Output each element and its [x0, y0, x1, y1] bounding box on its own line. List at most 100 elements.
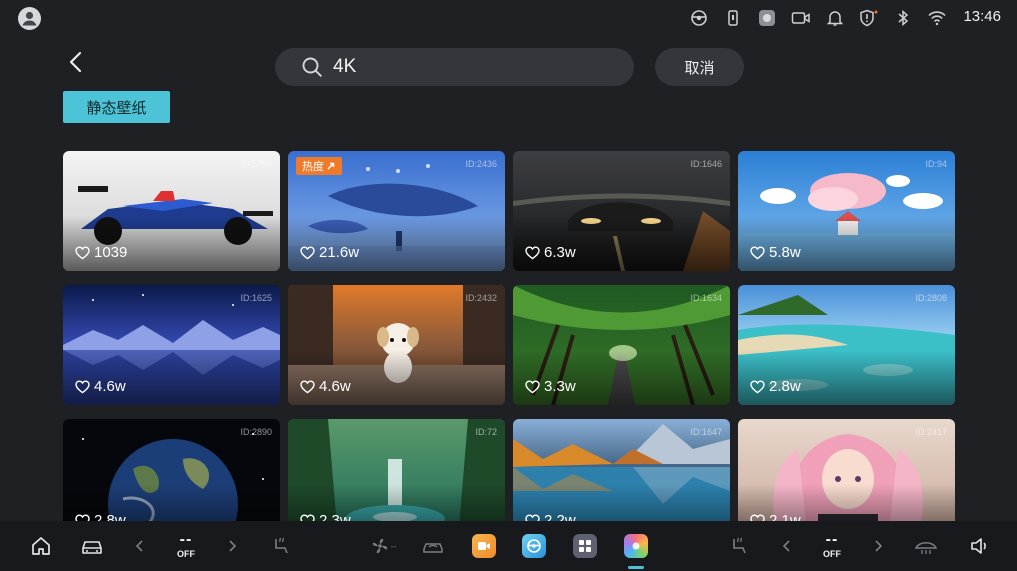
wallpaper-card[interactable]: ID:2808 2.8w [738, 285, 955, 405]
avatar[interactable] [18, 7, 41, 30]
like-count-value: 3.3w [544, 378, 576, 395]
wallpaper-card[interactable]: ID:1646 6.3w [513, 151, 730, 271]
home-button[interactable] [28, 521, 54, 571]
like-count-value: 5.8w [769, 244, 801, 261]
heart-icon [75, 245, 90, 259]
hot-badge: 热度 [296, 157, 342, 175]
like-count[interactable]: 2.8w [750, 378, 801, 395]
wallpaper-id: ID:72 [475, 427, 497, 437]
heart-icon [75, 513, 90, 521]
like-count-value: 1039 [94, 244, 128, 261]
search-box[interactable] [275, 48, 634, 86]
like-count[interactable]: 2.2w [525, 512, 576, 521]
wallpaper-card[interactable]: ID:2436 热度 21.6w [288, 151, 505, 271]
left-temperature[interactable]: -- OFF [166, 521, 206, 571]
wallpaper-card[interactable]: ID:2432 4.6w [288, 285, 505, 405]
right-temperature[interactable]: -- OFF [812, 521, 852, 571]
wallpaper-id: ID:1634 [690, 293, 722, 303]
chevron-right-icon [875, 540, 883, 552]
fan-level: -- [390, 541, 397, 551]
dashcam-app-button[interactable] [472, 521, 496, 571]
dashcam-app-icon [472, 534, 496, 558]
app-icon[interactable] [757, 8, 777, 28]
like-count-value: 4.6w [94, 378, 126, 395]
like-count[interactable]: 2.3w [300, 512, 351, 521]
defrost-icon [914, 542, 938, 554]
back-button[interactable] [62, 48, 90, 76]
right-temp-up-button[interactable] [870, 521, 886, 571]
wallpaper-app-button[interactable] [624, 521, 648, 571]
heart-icon [300, 245, 315, 259]
like-count[interactable]: 1039 [75, 244, 127, 261]
heart-icon [525, 245, 540, 259]
like-count[interactable]: 4.6w [75, 378, 126, 395]
left-temp-down-button[interactable] [132, 521, 148, 571]
wallpaper-id: ID:1647 [690, 427, 722, 437]
wifi-icon[interactable] [927, 8, 947, 28]
wallpaper-id: ID:2436 [465, 159, 497, 169]
heart-icon [300, 513, 315, 521]
right-temp-down-button[interactable] [779, 521, 795, 571]
heart-icon [300, 379, 315, 393]
video-icon[interactable] [791, 8, 811, 28]
filter-tag-static-wallpaper[interactable]: 静态壁纸 [63, 91, 170, 123]
clock: 13:46 [963, 8, 1001, 25]
like-count[interactable]: 4.6w [300, 378, 351, 395]
chevron-left-icon [135, 540, 143, 552]
heart-icon [525, 513, 540, 521]
volume-icon [971, 538, 986, 554]
bluetooth-icon[interactable] [893, 8, 913, 28]
wallpaper-card[interactable]: ID:5786 1039 [63, 151, 280, 271]
wallpaper-id: ID:5786 [240, 159, 272, 169]
wallpaper-id: ID:94 [925, 159, 947, 169]
chevron-left-icon [782, 540, 790, 552]
like-count[interactable]: 2.1w [750, 512, 801, 521]
status-icons [689, 8, 947, 28]
recirculation-button[interactable] [420, 521, 446, 571]
phone-icon[interactable] [723, 8, 743, 28]
seat-heat-right-button[interactable] [726, 521, 752, 571]
seat-heat-left-button[interactable] [268, 521, 294, 571]
search-input[interactable] [333, 56, 613, 78]
cancel-button[interactable]: 取消 [655, 48, 744, 86]
trending-up-icon [327, 162, 335, 170]
shield-icon[interactable] [859, 8, 879, 28]
heart-icon [750, 513, 765, 521]
bell-icon[interactable] [825, 8, 845, 28]
like-count[interactable]: 3.3w [525, 378, 576, 395]
wallpaper-card[interactable]: ID:1647 2.2w [513, 419, 730, 521]
defrost-button[interactable] [913, 521, 939, 571]
search-icon [302, 57, 322, 77]
like-count[interactable]: 6.3w [525, 244, 576, 261]
bottom-dock: -- OFF -- -- OFF [0, 521, 1017, 571]
wallpaper-card[interactable]: ID:2890 2.8w [63, 419, 280, 521]
heart-icon [75, 379, 90, 393]
heart-icon [750, 379, 765, 393]
like-count-value: 2.3w [319, 512, 351, 521]
wallpaper-card[interactable]: ID:2417 2.1w [738, 419, 955, 521]
car-recirculation-icon [423, 543, 443, 553]
like-count-value: 2.8w [769, 378, 801, 395]
home-icon [32, 537, 50, 555]
wallpaper-card[interactable]: ID:1625 4.6w [63, 285, 280, 405]
like-count-value: 4.6w [319, 378, 351, 395]
chevron-right-icon [229, 540, 237, 552]
volume-button[interactable] [966, 521, 992, 571]
wallpaper-card[interactable]: ID:1634 3.3w [513, 285, 730, 405]
status-bar: 13:46 [0, 0, 1017, 36]
steering-app-button[interactable] [522, 521, 546, 571]
car-button[interactable] [79, 521, 105, 571]
steering-app-icon [522, 534, 546, 558]
left-temp-up-button[interactable] [224, 521, 240, 571]
wallpaper-card[interactable]: ID:72 2.3w [288, 419, 505, 521]
like-count[interactable]: 21.6w [300, 244, 359, 261]
wallpaper-card[interactable]: ID:94 5.8w [738, 151, 955, 271]
fan-button[interactable]: -- [368, 521, 398, 571]
like-count[interactable]: 5.8w [750, 244, 801, 261]
app-grid-button[interactable] [573, 521, 597, 571]
avatar-icon [22, 11, 37, 26]
like-count-value: 21.6w [319, 244, 360, 261]
steering-icon[interactable] [689, 8, 709, 28]
like-count[interactable]: 2.8w [75, 512, 126, 521]
wallpaper-id: ID:1646 [690, 159, 722, 169]
